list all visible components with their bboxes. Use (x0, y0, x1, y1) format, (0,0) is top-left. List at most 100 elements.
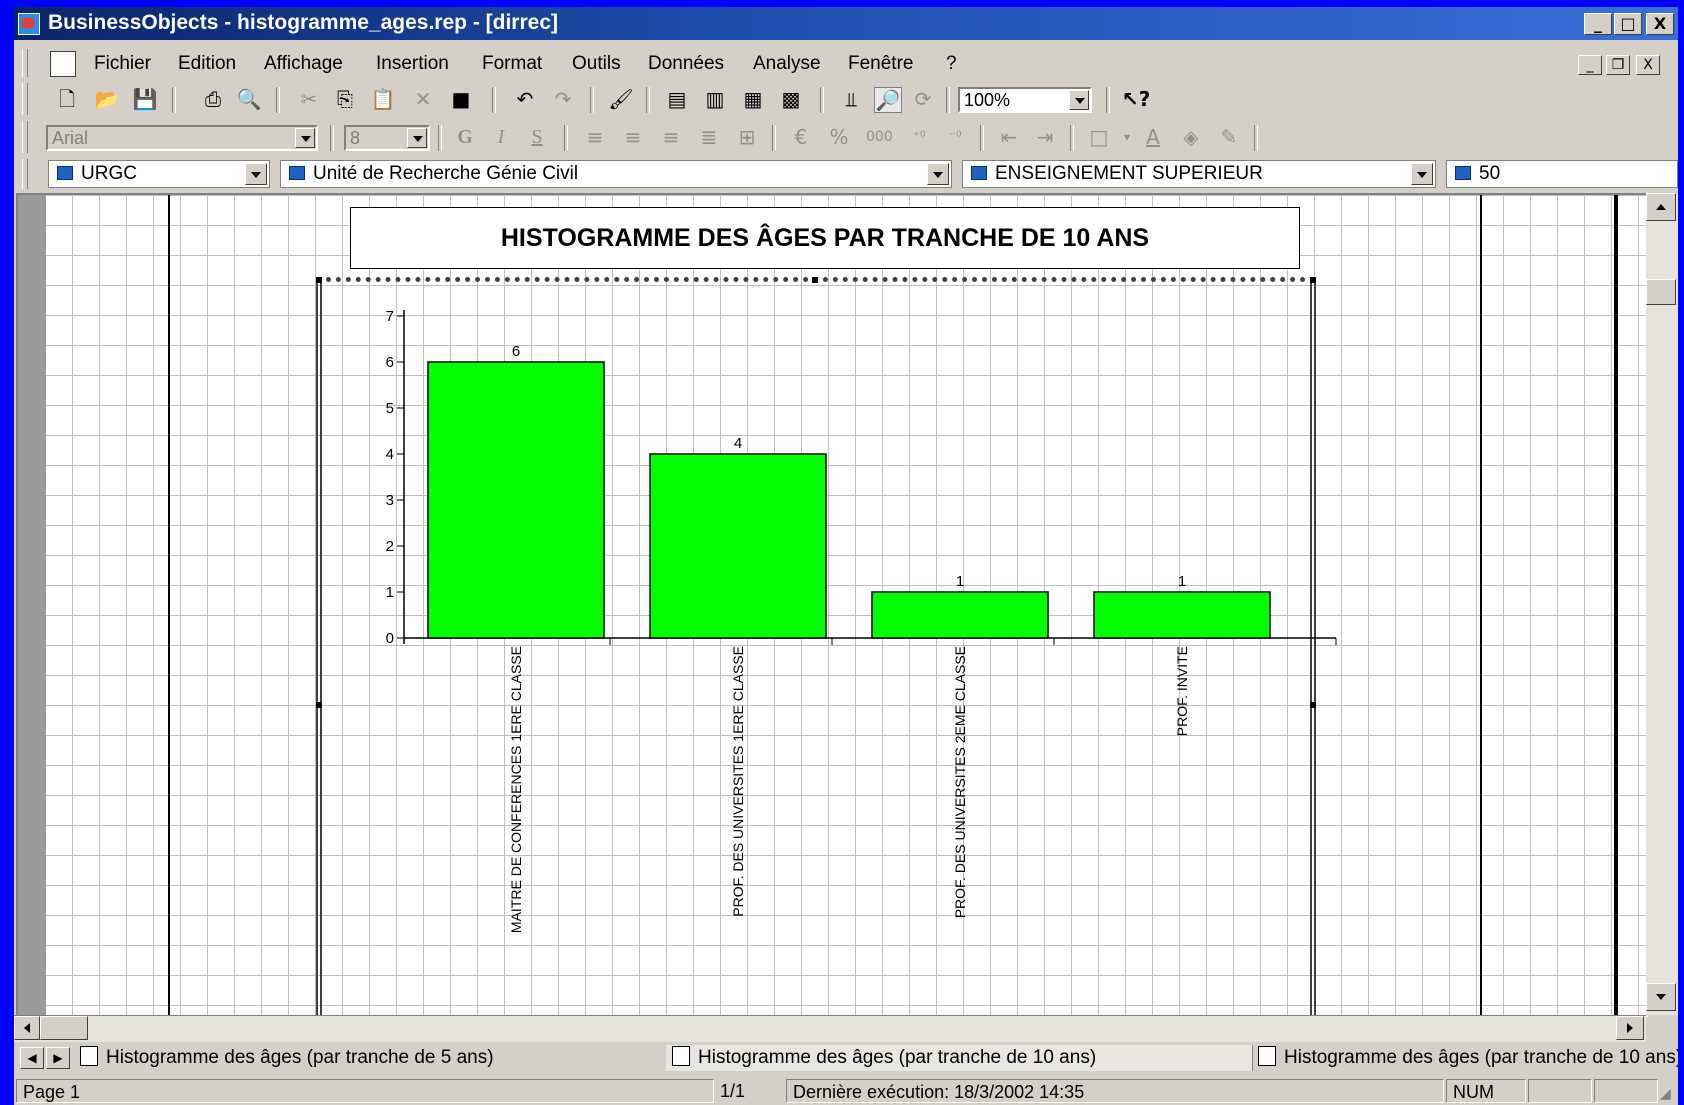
format-painter-icon[interactable]: 🖌 (608, 87, 634, 111)
filterbar-grip[interactable] (22, 159, 28, 189)
doc-minimize-button[interactable]: _ (1578, 55, 1602, 75)
help-icon[interactable]: ↖? (1122, 87, 1150, 111)
font-select[interactable]: Arial (46, 125, 318, 151)
doc-close-button[interactable]: X (1636, 55, 1660, 75)
menu-fichier[interactable]: Fichier (94, 53, 151, 75)
merge-icon[interactable]: ⊞ (734, 125, 760, 149)
delete-icon[interactable]: ✕ (410, 87, 436, 111)
menu-format[interactable]: Format (482, 53, 542, 75)
borders-dropdown-icon[interactable]: ▾ (1114, 125, 1140, 149)
clear-icon[interactable]: ■ (448, 87, 474, 111)
toolbar-grip[interactable] (22, 121, 28, 153)
title-bar[interactable]: BusinessObjects - histogramme_ages.rep -… (14, 7, 1678, 40)
menu-donnees[interactable]: Données (648, 53, 724, 75)
scroll-down-button[interactable] (1646, 983, 1676, 1011)
menu-fenetre[interactable]: Fenêtre (848, 53, 913, 75)
save-icon[interactable]: 💾 (132, 87, 158, 111)
print-icon[interactable]: ⎙ (200, 87, 226, 111)
outdent-icon[interactable]: ⇤ (996, 125, 1022, 149)
menu-insertion[interactable]: Insertion (376, 53, 449, 75)
zoom-icon[interactable]: 🔎 (874, 87, 902, 113)
menu-analyse[interactable]: Analyse (753, 53, 821, 75)
resize-grip-icon[interactable]: ◢ (1660, 1085, 1671, 1102)
scroll-up-button[interactable] (1646, 193, 1676, 221)
tab-report-5-ans[interactable]: Histogramme des âges (par tranche de 5 a… (74, 1045, 667, 1071)
indent-icon[interactable]: ⇥ (1032, 125, 1058, 149)
redo-icon[interactable]: ↷ (550, 87, 576, 111)
copy-icon[interactable]: ⎘ (332, 87, 358, 111)
paste-icon[interactable]: 📋 (370, 87, 396, 111)
chevron-down-icon[interactable] (1411, 163, 1433, 185)
grid-icon[interactable]: ▩ (778, 87, 804, 111)
underline-button[interactable]: S (524, 125, 550, 149)
chevron-down-icon[interactable] (927, 163, 949, 185)
bar[interactable] (1093, 591, 1271, 639)
doc-restore-button[interactable]: ❐ (1606, 55, 1630, 75)
chevron-down-icon[interactable] (295, 128, 315, 148)
euro-button[interactable]: € (788, 125, 814, 149)
font-size-value: 8 (350, 128, 361, 148)
tab-prev-button[interactable]: ◀ (20, 1047, 44, 1069)
table-icon[interactable]: ▤ (664, 87, 690, 111)
scroll-right-button[interactable] (1616, 1016, 1644, 1040)
minimize-button[interactable]: _ (1584, 13, 1612, 35)
borders-icon[interactable]: □ (1086, 125, 1112, 149)
tab-report-10-ans[interactable]: Histogramme des âges (par tranche de 10 … (666, 1045, 1253, 1071)
report-tabs: ◀ ▶ Histogramme des âges (par tranche de… (14, 1043, 1678, 1073)
align-right-icon[interactable]: ≡ (658, 125, 684, 149)
menubar-grip[interactable] (22, 49, 28, 77)
filter-enseignement[interactable]: ENSEIGNEMENT SUPERIEUR (962, 160, 1436, 188)
menu-outils[interactable]: Outils (572, 53, 621, 75)
font-color-icon[interactable]: A (1140, 125, 1166, 149)
open-icon[interactable]: 📂 (94, 87, 120, 111)
report-canvas[interactable]: HISTOGRAMME DES ÂGES PAR TRANCHE DE 10 A… (16, 193, 1648, 1017)
scroll-thumb[interactable] (1646, 279, 1676, 305)
italic-button[interactable]: I (488, 125, 514, 149)
businessobjects-app-icon[interactable] (18, 13, 40, 35)
zoom-select[interactable]: 100% (958, 87, 1092, 113)
bar[interactable] (649, 453, 827, 639)
thousands-button[interactable]: 000 (866, 125, 893, 149)
maximize-button[interactable]: □ (1614, 13, 1642, 35)
chevron-down-icon[interactable] (1069, 90, 1089, 110)
scroll-left-button[interactable] (14, 1016, 40, 1040)
tab-report-10-ans-2[interactable]: Histogramme des âges (par tranche de 10 … (1252, 1045, 1678, 1071)
align-center-icon[interactable]: ≡ (620, 125, 646, 149)
chevron-down-icon[interactable] (245, 163, 267, 185)
percent-button[interactable]: % (826, 125, 852, 149)
undo-icon[interactable]: ↶ (512, 87, 538, 111)
app-window: BusinessObjects - histogramme_ages.rep -… (14, 7, 1678, 1105)
align-left-icon[interactable]: ≡ (582, 125, 608, 149)
font-size-select[interactable]: 8 (344, 125, 430, 151)
line-color-icon[interactable]: ✎ (1216, 125, 1242, 149)
chart-icon[interactable]: ▥ (702, 87, 728, 111)
bar[interactable] (427, 361, 605, 639)
menu-affichage[interactable]: Affichage (264, 53, 343, 75)
bar-chart[interactable]: 0 1 2 3 4 5 6 7 6 MAITRE DE CONFERENCES 1ERE CLAS… (18, 195, 1648, 1017)
drill-icon[interactable]: ⫫ (838, 87, 864, 111)
vertical-scrollbar[interactable] (1646, 193, 1678, 1015)
increase-decimal-icon[interactable]: ⁺⁰ (906, 125, 932, 149)
menu-help[interactable]: ? (946, 53, 957, 75)
fill-color-icon[interactable]: ◈ (1178, 125, 1204, 149)
bold-button[interactable]: G (452, 125, 478, 149)
filter-unite[interactable]: Unité de Recherche Génie Civil (280, 160, 952, 188)
close-button[interactable]: X (1646, 13, 1674, 35)
crosstab-icon[interactable]: ▦ (740, 87, 766, 111)
document-icon[interactable] (50, 51, 76, 77)
toolbar-grip[interactable] (22, 83, 28, 115)
bar[interactable] (871, 591, 1049, 639)
print-preview-icon[interactable]: 🔍 (236, 87, 262, 111)
new-icon[interactable]: 🗋 (54, 87, 80, 111)
decrease-decimal-icon[interactable]: ⁻⁰ (942, 125, 968, 149)
justify-icon[interactable]: ≣ (696, 125, 722, 149)
horizontal-scrollbar[interactable] (14, 1015, 1646, 1042)
hscroll-thumb[interactable] (40, 1016, 88, 1040)
refresh-icon[interactable]: ⟳ (910, 87, 936, 111)
cut-icon[interactable]: ✂ (296, 87, 322, 111)
tab-next-button[interactable]: ▶ (46, 1047, 70, 1069)
filter-urgc[interactable]: URGC (48, 160, 270, 188)
filter-50[interactable]: 50 (1446, 160, 1678, 188)
chevron-down-icon[interactable] (407, 128, 427, 148)
menu-edition[interactable]: Edition (178, 53, 236, 75)
